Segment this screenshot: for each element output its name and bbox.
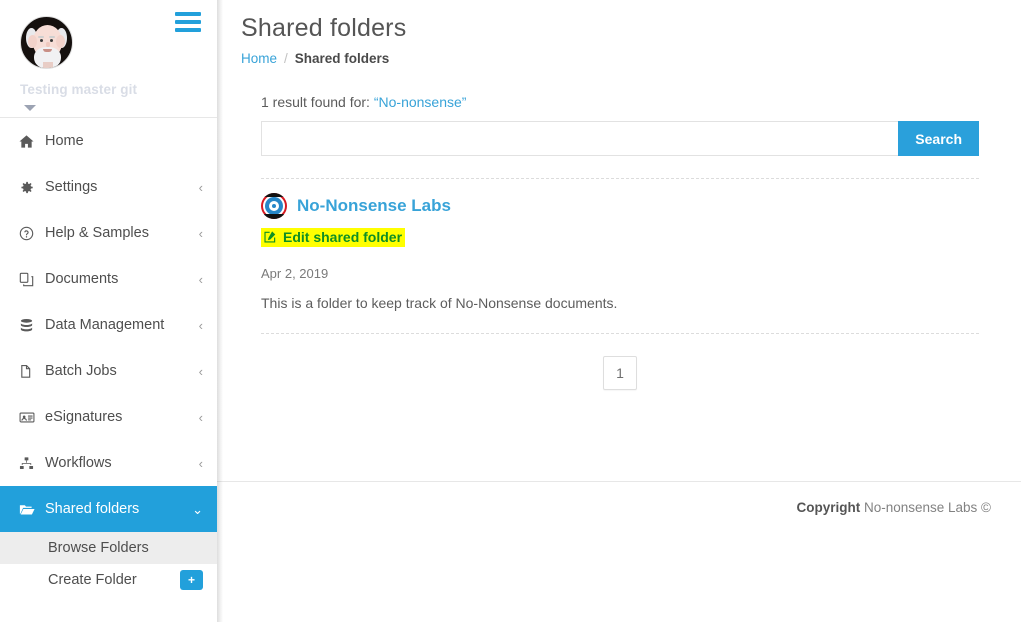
chevron-left-icon: ‹ bbox=[198, 409, 203, 425]
gear-icon bbox=[19, 180, 41, 195]
search-results-panel: 1 result found for: “No-nonsense” Search bbox=[217, 66, 1021, 390]
chevron-left-icon: ‹ bbox=[198, 271, 203, 287]
sidebar-item-shared-folders[interactable]: Shared folders ⌄ bbox=[0, 486, 217, 532]
database-icon bbox=[19, 318, 41, 333]
sitemap-icon bbox=[19, 456, 41, 471]
file-copy-icon bbox=[19, 364, 41, 379]
logo-gear bbox=[269, 201, 279, 211]
edit-shared-folder-label: Edit shared folder bbox=[283, 229, 403, 245]
search-result-item: No-Nonsense Labs Edit shared folder Apr … bbox=[261, 179, 979, 311]
search-button[interactable]: Search bbox=[898, 121, 979, 156]
pencil-square-icon bbox=[263, 230, 277, 244]
result-title-row: No-Nonsense Labs bbox=[261, 193, 979, 219]
result-count-prefix: 1 result found for: bbox=[261, 94, 370, 110]
sidebar-item-label: eSignatures bbox=[45, 409, 123, 425]
pagination-page-1[interactable]: 1 bbox=[603, 356, 637, 390]
sidebar-item-label: Help & Samples bbox=[45, 225, 149, 241]
hamburger-bar bbox=[175, 20, 201, 24]
sidebar-nav: Home Settings ‹ Help & Samples ‹ Documen… bbox=[0, 118, 217, 532]
sidebar-profile: Testing master git bbox=[0, 0, 217, 118]
footer: Copyright No-nonsense Labs © bbox=[217, 481, 1021, 533]
breadcrumb-current: Shared folders bbox=[294, 51, 390, 66]
open-folder-icon bbox=[19, 502, 41, 517]
breadcrumb-home-link[interactable]: Home bbox=[241, 51, 277, 66]
sidebar-item-esignatures[interactable]: eSignatures ‹ bbox=[0, 394, 217, 440]
breadcrumb-separator: / bbox=[284, 51, 288, 66]
avatar-ear-left bbox=[28, 35, 37, 48]
footer-copyright: Copyright No-nonsense Labs © bbox=[796, 500, 991, 515]
hamburger-bar bbox=[175, 28, 201, 32]
pagination: 1 bbox=[261, 356, 979, 390]
app-root: Testing master git Home Settings ‹ Help … bbox=[0, 0, 1021, 622]
avatar-eye-right bbox=[50, 39, 53, 42]
avatar-brow-left bbox=[38, 36, 44, 38]
page-title: Shared folders bbox=[241, 14, 407, 42]
sidebar-subitem-label: Browse Folders bbox=[48, 540, 149, 556]
sidebar-subitem-browse-folders[interactable]: Browse Folders bbox=[0, 532, 217, 564]
home-icon bbox=[19, 134, 41, 149]
sidebar-item-home[interactable]: Home bbox=[0, 118, 217, 164]
chevron-left-icon: ‹ bbox=[198, 363, 203, 379]
profile-name: Testing master git bbox=[20, 82, 138, 97]
hamburger-bar bbox=[175, 12, 201, 16]
chevron-left-icon: ‹ bbox=[198, 455, 203, 471]
sidebar: Testing master git Home Settings ‹ Help … bbox=[0, 0, 217, 622]
result-title-link[interactable]: No-Nonsense Labs bbox=[297, 196, 451, 216]
sidebar-subitem-label: Create Folder bbox=[48, 572, 137, 588]
footer-copyright-label: Copyright bbox=[796, 500, 861, 515]
avatar-brow-right bbox=[49, 36, 55, 38]
no-nonsense-labs-logo-icon bbox=[261, 193, 287, 219]
sidebar-item-label: Settings bbox=[45, 179, 98, 195]
sidebar-item-data-management[interactable]: Data Management ‹ bbox=[0, 302, 217, 348]
result-count: 1 result found for: “No-nonsense” bbox=[261, 94, 991, 110]
logo-top-band bbox=[261, 193, 287, 197]
sidebar-subitem-create-folder[interactable]: Create Folder + bbox=[0, 564, 217, 596]
result-search-term: “No-nonsense” bbox=[373, 94, 467, 110]
avatar-eye-left bbox=[40, 39, 43, 42]
result-description: This is a folder to keep track of No-Non… bbox=[261, 295, 618, 311]
id-card-icon bbox=[19, 410, 41, 425]
sidebar-item-batch-jobs[interactable]: Batch Jobs ‹ bbox=[0, 348, 217, 394]
page-header: Shared folders Home / Shared folders bbox=[217, 0, 1021, 66]
chevron-left-icon: ‹ bbox=[198, 225, 203, 241]
question-circle-icon bbox=[19, 226, 41, 241]
result-date: Apr 2, 2019 bbox=[261, 266, 329, 281]
footer-copyright-text: No-nonsense Labs © bbox=[863, 500, 991, 515]
sidebar-item-label: Workflows bbox=[45, 455, 112, 471]
documents-icon bbox=[19, 272, 41, 287]
logo-bottom-band bbox=[261, 214, 287, 219]
caret-down-icon[interactable] bbox=[24, 105, 36, 111]
avatar-neck bbox=[43, 62, 53, 68]
chevron-left-icon: ‹ bbox=[198, 179, 203, 195]
add-folder-badge[interactable]: + bbox=[179, 570, 203, 590]
search-input[interactable] bbox=[261, 121, 899, 156]
avatar-ear-right bbox=[56, 35, 65, 48]
sidebar-item-label: Shared folders bbox=[45, 501, 140, 517]
user-avatar[interactable] bbox=[20, 16, 73, 69]
main-content: Shared folders Home / Shared folders 1 r… bbox=[217, 0, 1021, 622]
sidebar-item-label: Home bbox=[45, 133, 84, 149]
sidebar-item-workflows[interactable]: Workflows ‹ bbox=[0, 440, 217, 486]
sidebar-item-label: Batch Jobs bbox=[45, 363, 117, 379]
hamburger-menu-icon[interactable] bbox=[175, 12, 201, 33]
chevron-left-icon: ‹ bbox=[198, 317, 203, 333]
sidebar-item-label: Data Management bbox=[45, 317, 165, 333]
breadcrumb: Home / Shared folders bbox=[241, 51, 1021, 66]
edit-link-wrapper: Edit shared folder bbox=[261, 228, 979, 249]
chevron-down-icon: ⌄ bbox=[192, 501, 203, 517]
results-divider-bottom bbox=[261, 333, 979, 334]
sidebar-item-label: Documents bbox=[45, 271, 119, 287]
sidebar-item-help-and-samples[interactable]: Help & Samples ‹ bbox=[0, 210, 217, 256]
sidebar-item-documents[interactable]: Documents ‹ bbox=[0, 256, 217, 302]
search-bar: Search bbox=[261, 121, 979, 156]
edit-shared-folder-link[interactable]: Edit shared folder bbox=[261, 228, 406, 247]
sidebar-item-settings[interactable]: Settings ‹ bbox=[0, 164, 217, 210]
